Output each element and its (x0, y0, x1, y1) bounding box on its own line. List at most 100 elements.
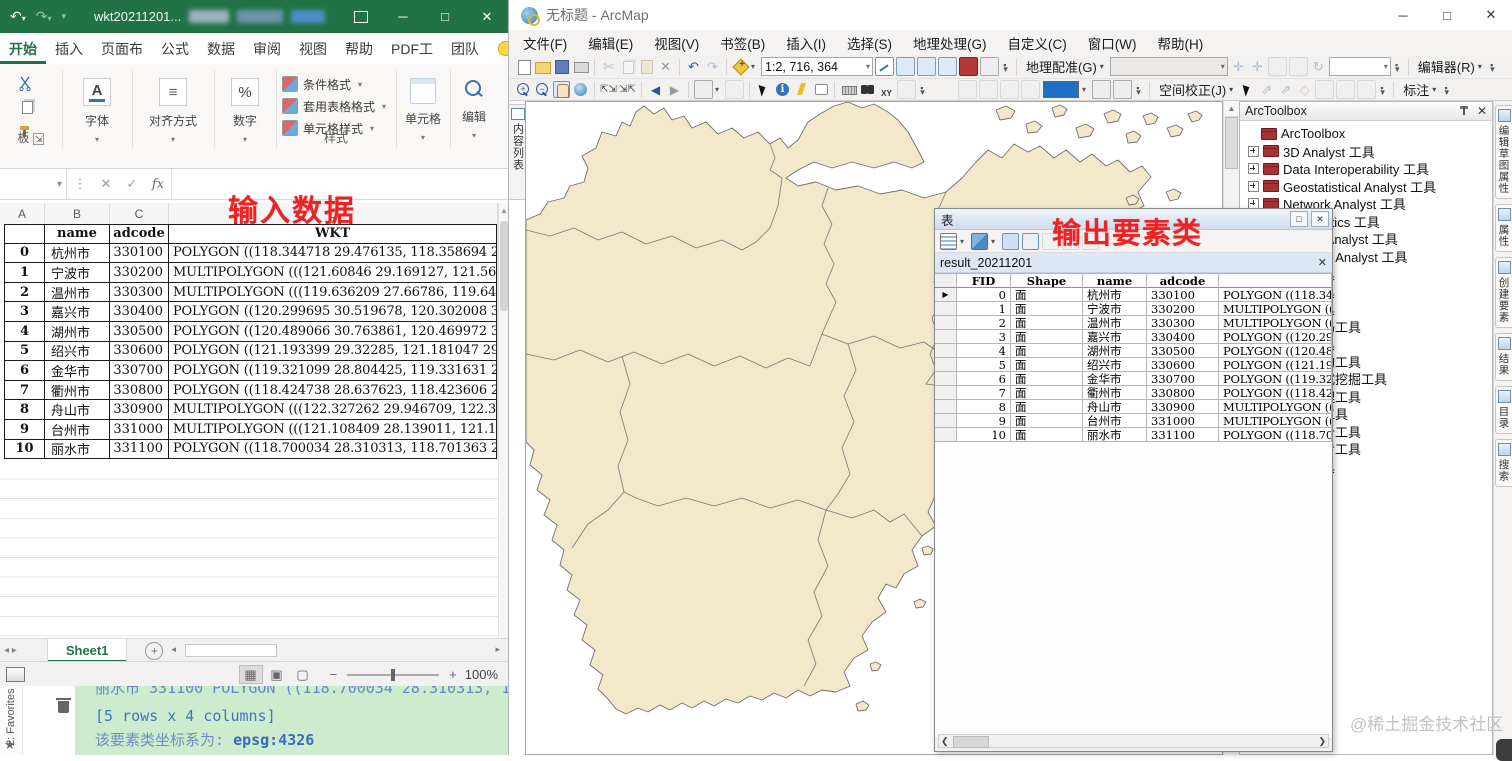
scroll-left-icon[interactable]: ◂ (171, 644, 176, 655)
spatial-adjustment-dropdown[interactable]: 空间校正(J) (1155, 80, 1237, 99)
geometry-cell[interactable]: POLYGON ((120.489066 30.763861 (1219, 344, 1332, 358)
attribute-row[interactable]: 6 面 金华市 330700 POLYGON ((119.321099 28.8… (935, 372, 1332, 386)
confirm-entry-icon[interactable]: ✓ (119, 169, 145, 199)
customize-qat-icon[interactable]: ▾ (62, 11, 67, 22)
index-cell[interactable]: 10 (4, 440, 45, 460)
switch-selection-icon[interactable] (1022, 233, 1039, 250)
table-tab-label[interactable]: result_20211201 (940, 256, 1032, 270)
geometry-cell[interactable]: POLYGON ((118.424738 28.637623 (1219, 386, 1332, 400)
style-menu-item[interactable]: 套用表格格式 (282, 96, 396, 116)
new-displacement-link-icon[interactable]: ⇗ (1258, 81, 1275, 98)
close-button[interactable]: ✕ (466, 0, 508, 33)
scroll-up-icon[interactable]: ▲ (1224, 101, 1239, 117)
name-header[interactable]: name (1083, 273, 1147, 288)
shape-cell[interactable]: 面 (1011, 386, 1083, 400)
menu-item[interactable]: 书签(B) (720, 33, 765, 53)
index-cell[interactable]: 8 (4, 400, 45, 420)
geometry-cell[interactable]: POLYGON ((118.700034 28.310313 (1219, 428, 1332, 442)
name-cell[interactable]: 温州市 (1083, 316, 1147, 330)
wkt-cell[interactable]: MULTIPOLYGON (((122.327262 29.946709, 12… (169, 400, 497, 420)
close-icon[interactable]: ✕ (1311, 211, 1329, 227)
forward-extent-icon[interactable]: ▶ (666, 81, 683, 98)
cells-group-button[interactable]: 单元格 (396, 70, 450, 148)
adjust-attributes-icon[interactable] (1000, 80, 1019, 99)
table-row[interactable]: 4 湖州市 330500 POLYGON ((120.489066 30.763… (4, 322, 497, 342)
select-features-icon[interactable] (694, 80, 713, 99)
shape-cell[interactable]: 面 (1011, 330, 1083, 344)
adcode-cell[interactable]: 330800 (1147, 386, 1219, 400)
time-slider-icon[interactable] (897, 80, 916, 99)
shape-cell[interactable]: 面 (1011, 344, 1083, 358)
style-menu-item[interactable]: 条件格式 (282, 74, 396, 94)
name-cell[interactable]: 嘉兴市 (1083, 330, 1147, 344)
scroll-left-icon[interactable]: ❮ (941, 736, 949, 747)
adcode-cell[interactable]: 330600 (1147, 358, 1219, 372)
city-name-cell[interactable]: 嘉兴市 (45, 302, 110, 322)
city-name-cell[interactable]: 宁波市 (45, 263, 110, 283)
hyperlink-icon[interactable] (793, 81, 810, 98)
rotate-icon[interactable]: ↻ (1310, 58, 1327, 75)
adcode-cell[interactable]: 330300 (1147, 316, 1219, 330)
table-row[interactable]: 1 宁波市 330200 MULTIPOLYGON (((121.60846 2… (4, 263, 497, 283)
wkt-cell[interactable]: POLYGON ((120.299695 30.519678, 120.3020… (169, 302, 497, 322)
expand-icon[interactable] (1248, 163, 1259, 174)
toolbox-item[interactable]: Geostatistical Analyst 工具 (1240, 178, 1492, 196)
name-cell[interactable]: 金华市 (1083, 372, 1147, 386)
fid-cell[interactable]: 0 (957, 288, 1011, 302)
select-by-attributes-icon[interactable] (1002, 233, 1019, 250)
autoregister-icon[interactable]: ✛ (1249, 58, 1266, 75)
symbol-color-swatch[interactable] (1043, 81, 1079, 98)
name-cell[interactable]: 台州市 (1083, 414, 1147, 428)
cut-icon[interactable] (18, 76, 33, 91)
fid-cell[interactable]: 10 (957, 428, 1011, 442)
city-name-cell[interactable]: 丽水市 (45, 440, 110, 460)
copy-icon[interactable] (22, 101, 33, 114)
adcode-cell[interactable]: 330400 (1147, 330, 1219, 344)
name-cell[interactable]: 衢州市 (1083, 386, 1147, 400)
table-row[interactable]: 0 杭州市 330100 POLYGON ((118.344718 29.476… (4, 244, 497, 264)
header-index-cell[interactable] (4, 224, 45, 244)
name-cell[interactable]: 湖州市 (1083, 344, 1147, 358)
tab-home[interactable]: 开始 (0, 33, 46, 64)
zoom-in-icon[interactable]: + (449, 667, 457, 682)
pan-tool-icon[interactable] (553, 81, 570, 98)
shape-cell[interactable]: 面 (1011, 316, 1083, 330)
adcode-cell[interactable]: 330100 (110, 244, 169, 264)
adcode-cell[interactable]: 330500 (1147, 344, 1219, 358)
geometry-header[interactable] (1219, 273, 1332, 288)
font-group-button[interactable]: A 字体 (62, 70, 132, 148)
name-cell[interactable]: 丽水市 (1083, 428, 1147, 442)
toolbox-item[interactable]: Data Interoperability 工具 (1240, 160, 1492, 178)
find-icon[interactable] (859, 81, 876, 98)
attribute-row[interactable]: 7 面 衢州市 330800 POLYGON ((118.424738 28.6… (935, 386, 1332, 400)
adjust-select-icon[interactable] (1239, 81, 1256, 98)
attribute-row[interactable]: 2 面 温州市 330300 MULTIPOLYGON (((119.63620… (935, 316, 1332, 330)
ribbon-tab[interactable]: 数据 (198, 33, 244, 64)
identify-icon[interactable]: i (774, 81, 791, 98)
ribbon-tab[interactable]: 审阅 (244, 33, 290, 64)
maximize-button[interactable]: □ (1425, 0, 1469, 30)
delete-icon[interactable]: ✕ (657, 58, 674, 75)
geometry-cell[interactable]: POLYGON ((121.193399 29.32285, (1219, 358, 1332, 372)
adcode-cell[interactable]: 330500 (110, 322, 169, 342)
adcode-cell[interactable]: 330200 (1147, 302, 1219, 316)
fid-cell[interactable]: 8 (957, 400, 1011, 414)
column-header-b[interactable]: B (45, 203, 110, 224)
excel-horizontal-scrollbar[interactable]: ◂ ▸ (171, 644, 500, 657)
close-button[interactable]: ✕ (1469, 0, 1512, 30)
adcode-cell[interactable]: 330700 (1147, 372, 1219, 386)
table-horizontal-scrollbar[interactable]: ❮ ❯ (938, 734, 1329, 748)
adcode-header[interactable]: adcode (1147, 273, 1219, 288)
zoom-out-icon[interactable]: − (534, 81, 551, 98)
adcode-cell[interactable]: 331100 (110, 440, 169, 460)
shape-cell[interactable]: 面 (1011, 288, 1083, 302)
geometry-cell[interactable]: POLYGON ((119.321099 28.804425 (1219, 372, 1332, 386)
scroll-up-icon[interactable]: ▲ (499, 203, 508, 217)
expand-icon[interactable] (1248, 181, 1259, 192)
editor-sketch-icon[interactable] (875, 57, 894, 76)
maximize-icon[interactable]: □ (1290, 211, 1308, 227)
zoom-slider-knob[interactable] (391, 669, 395, 681)
link-table-icon[interactable] (1357, 80, 1376, 99)
arctoolbox-window-icon[interactable] (959, 57, 978, 76)
dock-tab[interactable]: 创建要素 (1495, 257, 1512, 328)
